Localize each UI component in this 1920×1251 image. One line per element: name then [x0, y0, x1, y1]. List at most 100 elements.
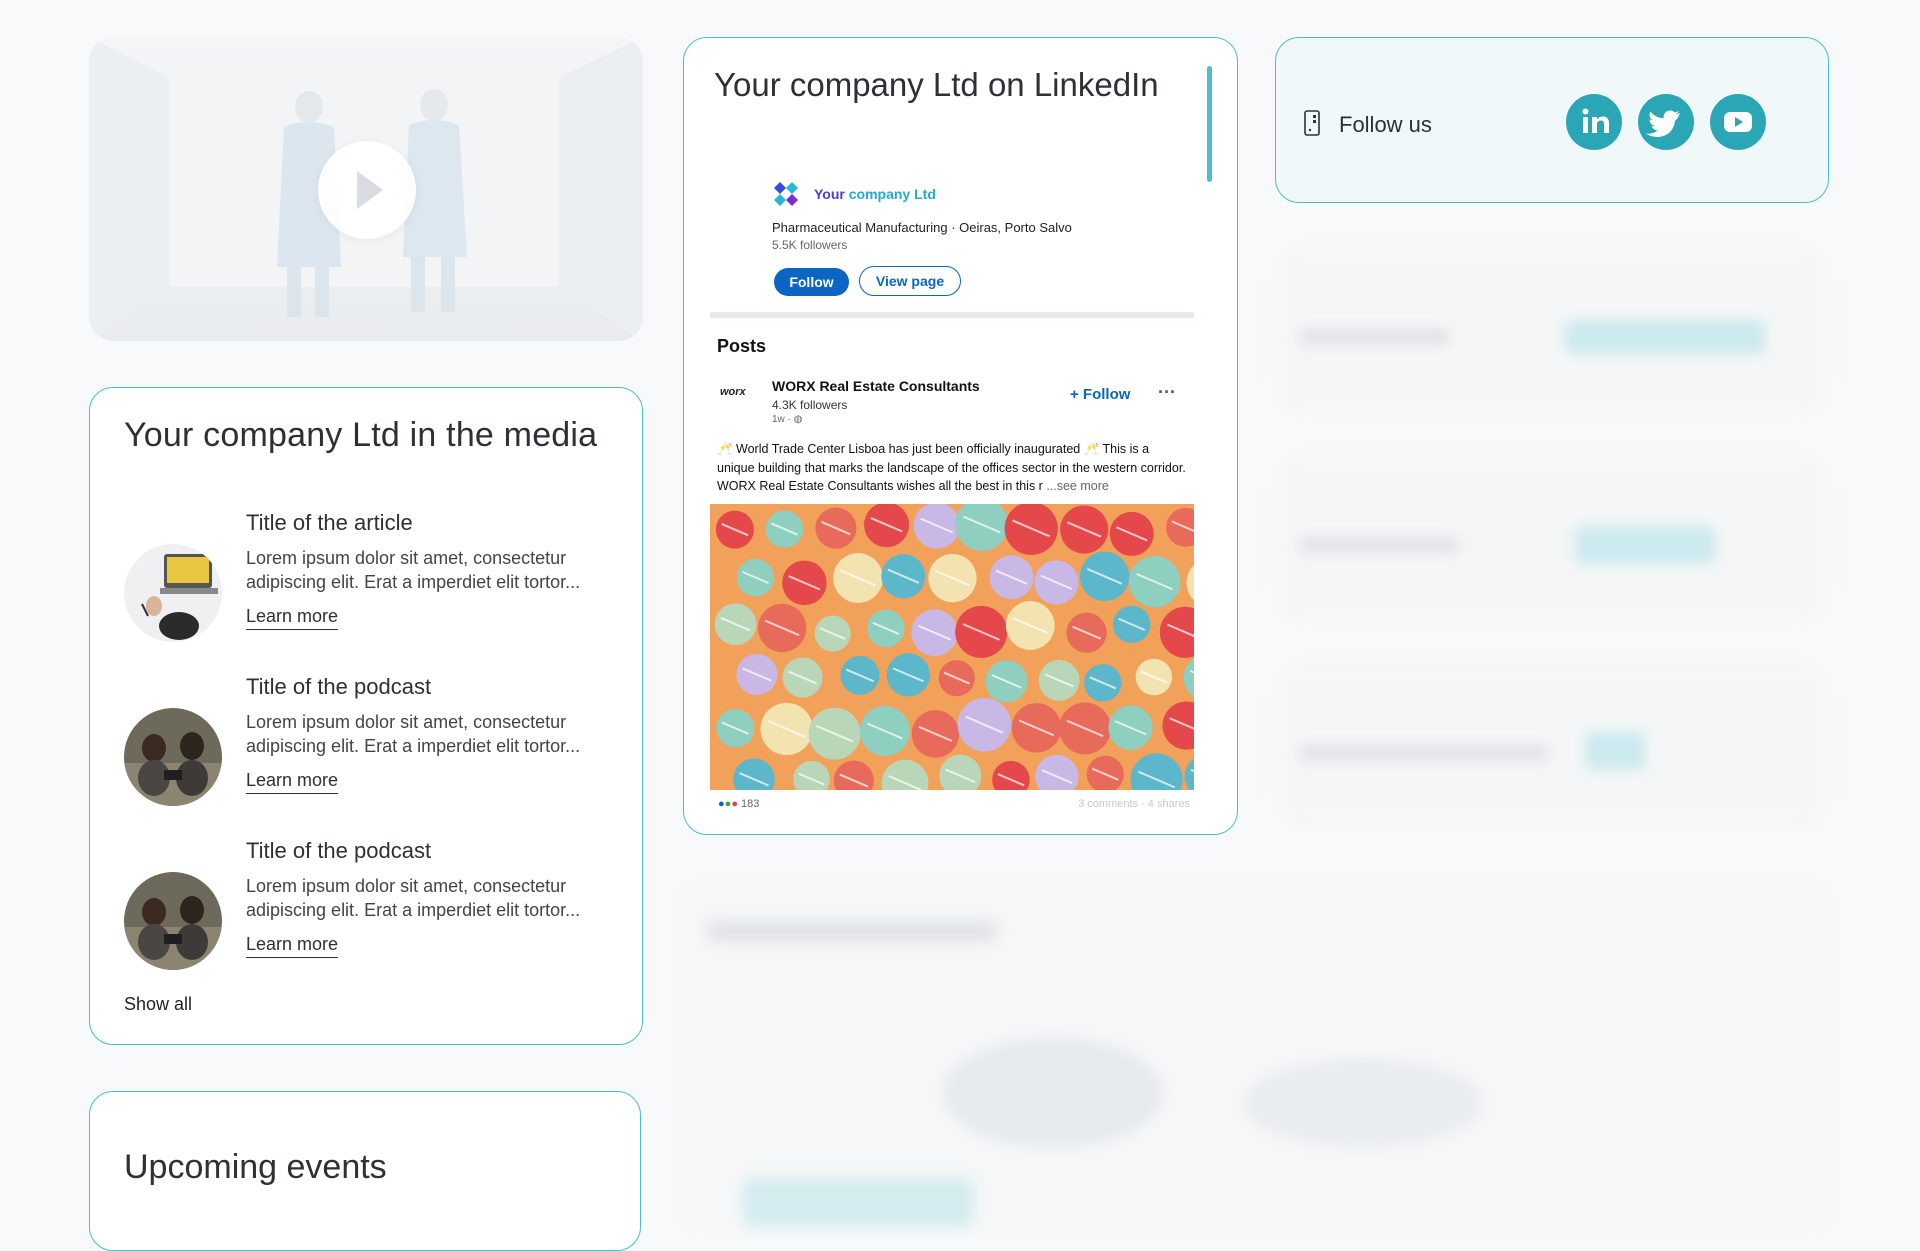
linkedin-card: Your company Ltd on LinkedIn Your compan…	[683, 37, 1238, 835]
pill-shape	[834, 760, 874, 790]
scrollbar[interactable]	[1207, 66, 1212, 182]
stat-label	[1299, 744, 1549, 762]
media-card: Your company Ltd in the media Title of t…	[89, 387, 643, 1045]
learn-more-link[interactable]: Learn more	[246, 606, 338, 630]
follow-button[interactable]: Follow	[774, 268, 849, 296]
pill-shape	[955, 504, 1008, 551]
youtube-icon[interactable]	[1710, 94, 1766, 150]
media-item-desc: Lorem ipsum dolor sit amet, consectetur …	[246, 874, 616, 922]
pill-shape	[887, 653, 930, 696]
follow-us-card: Follow us	[1275, 37, 1829, 203]
pill-shape	[833, 553, 883, 603]
post-author[interactable]: WORX Real Estate Consultants	[772, 378, 980, 394]
pill-shape	[1113, 606, 1150, 643]
stat-label	[1299, 328, 1449, 346]
post-author-followers: 4.3K followers	[772, 398, 847, 412]
learn-more-link[interactable]: Learn more	[246, 934, 338, 958]
pill-shape	[1187, 558, 1194, 607]
reactions-count: 183	[741, 798, 759, 810]
linkedin-icon[interactable]	[1566, 94, 1622, 150]
pill-shape	[992, 761, 1030, 790]
pill-shape	[760, 703, 812, 755]
play-button[interactable]	[318, 141, 416, 239]
media-item-desc: Lorem ipsum dolor sit amet, consectetur …	[246, 710, 616, 758]
article-thumbnail	[124, 544, 222, 642]
pill-shape	[939, 660, 975, 696]
pill-shape	[715, 603, 757, 645]
learn-more-link[interactable]: Learn more	[246, 770, 338, 794]
follow-us-label: Follow us	[1339, 112, 1432, 138]
pill-shape	[809, 708, 861, 760]
view-page-button[interactable]: View page	[859, 266, 961, 296]
pill-shape	[1136, 659, 1173, 696]
pill-shape	[911, 609, 958, 656]
linkedin-title: Your company Ltd on LinkedIn	[714, 66, 1159, 104]
locations-map	[683, 888, 1829, 1228]
map-region	[743, 1178, 973, 1228]
pill-shape	[1067, 613, 1107, 653]
pill-shape	[990, 555, 1034, 599]
stat-value	[1585, 732, 1645, 770]
media-item: Title of the podcast Lorem ipsum dolor s…	[124, 674, 624, 814]
company-name-part: Your	[814, 186, 845, 202]
podcast-thumbnail	[124, 708, 222, 806]
pill-shape	[881, 554, 925, 598]
post-stats: 3 comments · 4 shares	[1078, 798, 1190, 810]
pill-shape	[783, 657, 823, 697]
media-item: Title of the article Lorem ipsum dolor s…	[124, 510, 624, 650]
post-image[interactable]	[710, 504, 1194, 790]
show-all-link[interactable]: Show all	[124, 994, 192, 1015]
stats-card-employees	[1275, 250, 1829, 412]
pill-shape	[1060, 505, 1108, 553]
pill-shape	[1084, 664, 1121, 701]
post-body: 🥂 World Trade Center Lisboa has just bee…	[717, 442, 1186, 493]
reaction-icons: ●	[731, 798, 738, 810]
pill-shape	[1034, 560, 1078, 604]
pill-shape	[793, 761, 830, 790]
worx-logo: worx	[720, 386, 746, 398]
post-text: 🥂 World Trade Center Lisboa has just bee…	[717, 440, 1187, 496]
reactions[interactable]: ●●● 183	[718, 798, 759, 810]
pill-shape	[1006, 601, 1055, 650]
pill-shape	[758, 604, 806, 652]
pill-shape	[1005, 504, 1058, 555]
media-item-title: Title of the article	[246, 510, 413, 536]
stat-value	[1565, 320, 1765, 354]
map-region	[943, 1038, 1163, 1148]
stat-value	[1575, 526, 1715, 564]
pill-shape	[815, 508, 856, 549]
pill-shape	[1110, 512, 1154, 556]
pill-shape	[840, 656, 879, 695]
pill-shape	[985, 660, 1027, 702]
company-name-part: company Ltd	[849, 186, 936, 202]
pill-shape	[1162, 701, 1194, 749]
pill-shape	[716, 709, 754, 747]
pill-shape	[958, 698, 1012, 752]
pill-shape	[1080, 552, 1129, 601]
podcast-thumbnail	[124, 872, 222, 970]
post-time: 1w · ◍	[772, 414, 802, 425]
pill-shape	[1059, 702, 1111, 754]
pill-shape	[1130, 753, 1182, 790]
post-follow-button[interactable]: + Follow	[1070, 386, 1130, 403]
pill-shape	[736, 654, 777, 695]
pill-shape	[1035, 755, 1078, 790]
pill-shape	[1184, 655, 1194, 701]
company-logo-icon	[772, 180, 804, 208]
company-name[interactable]: Your company Ltd	[814, 186, 936, 202]
pill-shape	[939, 755, 981, 790]
company-followers: 5.5K followers	[772, 238, 847, 252]
media-item-title: Title of the podcast	[246, 674, 431, 700]
see-more-link[interactable]: ...see more	[1043, 479, 1109, 493]
more-options-icon[interactable]: ···	[1158, 382, 1176, 403]
pill-shape	[1012, 703, 1062, 753]
linkedin-embed: Your company Ltd Pharmaceutical Manufact…	[710, 134, 1194, 824]
video-player[interactable]	[89, 37, 643, 341]
pill-shape	[766, 510, 803, 547]
map-region	[1243, 1058, 1483, 1148]
pill-shape	[867, 610, 905, 648]
pill-shape	[914, 504, 960, 549]
twitter-icon[interactable]	[1638, 94, 1694, 150]
pill-shape	[912, 710, 959, 757]
pill-shape	[1087, 756, 1124, 790]
